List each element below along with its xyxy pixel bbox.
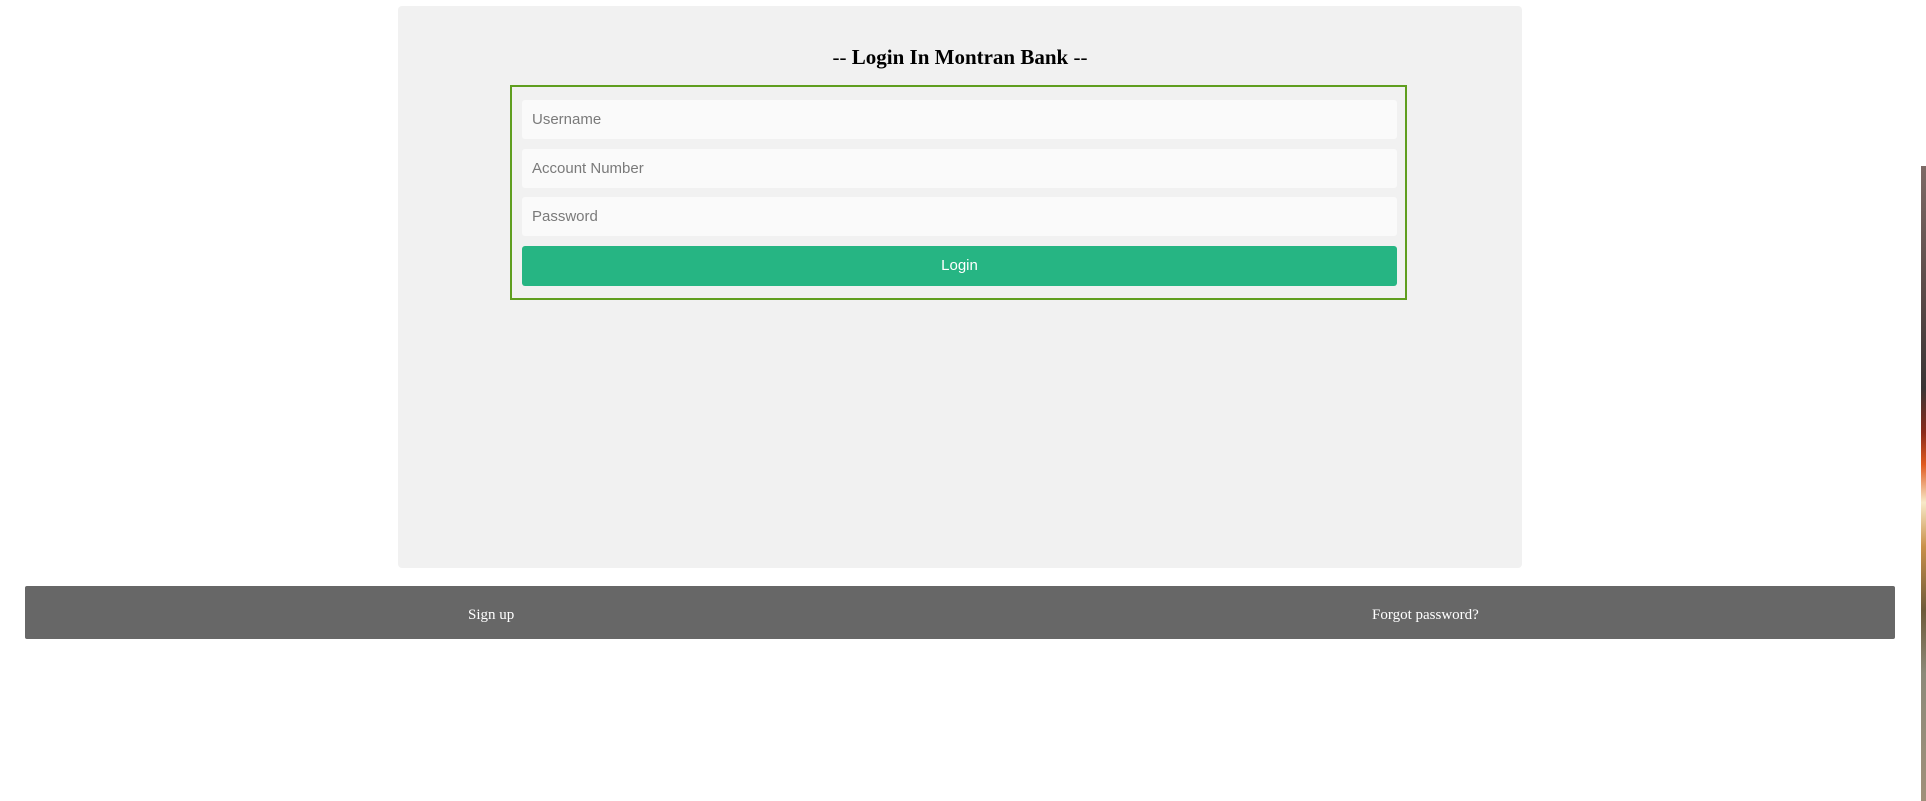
login-form: Login — [510, 85, 1407, 300]
account-number-input[interactable] — [522, 149, 1397, 188]
page: -- Login In Montran Bank -- Login Sign u… — [0, 0, 1926, 801]
login-button[interactable]: Login — [522, 246, 1397, 286]
footer-bar: Sign up Forgot password? — [25, 586, 1895, 639]
title-prefix: -- — [832, 45, 847, 69]
background-image-edge — [1921, 166, 1926, 801]
title-text: Login In Montran Bank — [851, 45, 1069, 69]
username-input[interactable] — [522, 100, 1397, 139]
signup-link[interactable]: Sign up — [468, 586, 514, 644]
page-title: -- Login In Montran Bank -- — [398, 42, 1522, 72]
login-panel: -- Login In Montran Bank -- Login — [398, 6, 1522, 568]
title-suffix: -- — [1073, 45, 1088, 69]
password-input[interactable] — [522, 197, 1397, 236]
forgot-password-link[interactable]: Forgot password? — [1372, 586, 1479, 644]
